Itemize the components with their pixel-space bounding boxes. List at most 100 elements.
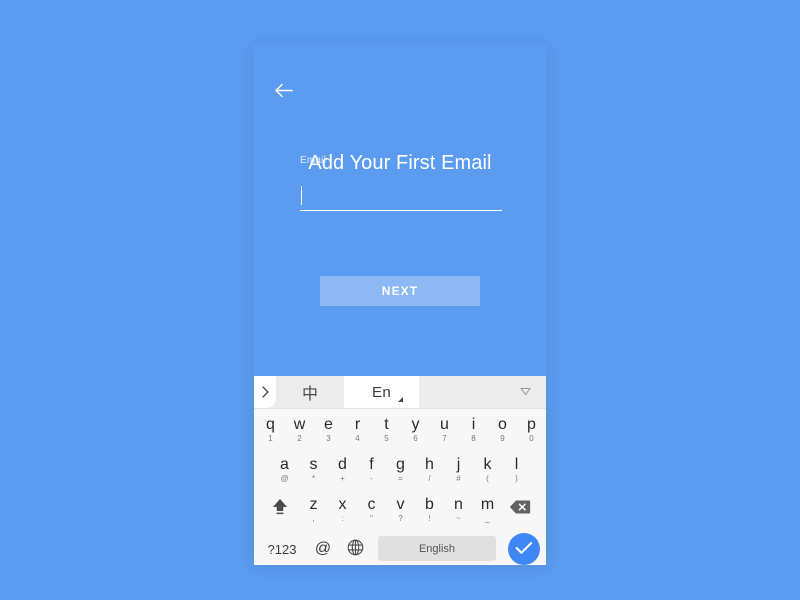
- key-sub-label: 8: [471, 433, 476, 443]
- key-sub-label: 3: [326, 433, 331, 443]
- key-main-label: a: [280, 455, 289, 473]
- key-main-label: t: [384, 415, 389, 433]
- key-e[interactable]: e3: [314, 409, 343, 449]
- key-main-label: f: [369, 455, 374, 473]
- phone-screen: Add Your First Email Email NEXT 中 En q 1…: [254, 44, 546, 565]
- key-n[interactable]: n ~: [444, 489, 473, 529]
- keyboard-row-3: z, x: c " v? b! n ~ m _: [254, 489, 546, 529]
- key-c[interactable]: c ": [357, 489, 386, 529]
- key-sub-label: *: [311, 473, 316, 483]
- key-main-label: i: [471, 415, 476, 433]
- key-sub-label: ): [515, 473, 518, 483]
- key-f[interactable]: f-: [357, 449, 386, 489]
- key-main-label: p: [527, 415, 536, 433]
- email-input-line[interactable]: [300, 184, 502, 211]
- key-r[interactable]: r4: [343, 409, 372, 449]
- keyboard-tab-english[interactable]: En: [344, 376, 419, 408]
- next-button[interactable]: NEXT: [320, 276, 480, 306]
- key-j[interactable]: j #: [444, 449, 473, 489]
- key-main-label: l: [514, 455, 519, 473]
- corner-indicator-icon: [398, 397, 403, 402]
- keyboard-expand-button[interactable]: [254, 376, 276, 408]
- soft-keyboard: 中 En q1w2e3r4t5y6u7i8o9p0 a @ s * d + f - g = h / j #…: [254, 376, 546, 565]
- key-main-label: b: [425, 495, 434, 513]
- key-p[interactable]: p0: [517, 409, 546, 449]
- check-icon: [515, 541, 533, 558]
- key-sub-label: :: [341, 513, 344, 523]
- key-d[interactable]: d +: [328, 449, 357, 489]
- key-g[interactable]: g =: [386, 449, 415, 489]
- keyboard-row-2: a @ s * d + f - g = h / j # k(l): [254, 449, 546, 489]
- key-main-label: y: [411, 415, 420, 433]
- key-i[interactable]: i8: [459, 409, 488, 449]
- key-sub-label: 6: [413, 433, 418, 443]
- key-q[interactable]: q1: [256, 409, 285, 449]
- key-v[interactable]: v?: [386, 489, 415, 529]
- key-main-label: z: [309, 495, 318, 513]
- key-sub-label: (: [486, 473, 489, 483]
- backspace-key[interactable]: [502, 489, 538, 529]
- key-o[interactable]: o9: [488, 409, 517, 449]
- key-sub-label: ,: [312, 513, 315, 523]
- key-main-label: w: [293, 415, 306, 433]
- key-u[interactable]: u7: [430, 409, 459, 449]
- key-sub-label: 5: [384, 433, 389, 443]
- key-main-label: q: [266, 415, 275, 433]
- key-main-label: r: [354, 415, 361, 433]
- key-sub-label: !: [428, 513, 431, 523]
- at-key[interactable]: @: [308, 529, 338, 565]
- key-main-label: d: [338, 455, 347, 473]
- key-h[interactable]: h /: [415, 449, 444, 489]
- key-main-label: v: [396, 495, 405, 513]
- key-sub-label: -: [370, 473, 373, 483]
- email-input[interactable]: [300, 184, 502, 208]
- shift-key[interactable]: [262, 489, 298, 529]
- email-field-group: Email: [300, 155, 502, 211]
- keyboard-toolbar: 中 En: [254, 376, 546, 409]
- key-m[interactable]: m _: [473, 489, 502, 529]
- back-button[interactable]: [266, 76, 300, 104]
- key-k[interactable]: k(: [473, 449, 502, 489]
- key-sub-label: =: [398, 473, 403, 483]
- key-main-label: x: [338, 495, 347, 513]
- language-switch-key[interactable]: [338, 529, 372, 565]
- key-main-label: s: [309, 455, 318, 473]
- shift-icon: [270, 497, 290, 521]
- key-s[interactable]: s *: [299, 449, 328, 489]
- key-z[interactable]: z,: [299, 489, 328, 529]
- key-main-label: k: [483, 455, 492, 473]
- keyboard-options-button[interactable]: [514, 376, 536, 408]
- key-sub-label: /: [428, 473, 431, 483]
- key-l[interactable]: l): [502, 449, 531, 489]
- key-t[interactable]: t5: [372, 409, 401, 449]
- keyboard-row-1: q1w2e3r4t5y6u7i8o9p0: [254, 409, 546, 449]
- space-key[interactable]: English: [378, 536, 496, 561]
- keyboard-tab-chinese[interactable]: 中: [276, 376, 344, 408]
- key-sub-label: 2: [297, 433, 302, 443]
- key-b[interactable]: b!: [415, 489, 444, 529]
- key-main-label: n: [454, 495, 463, 513]
- key-sub-label: _: [485, 513, 490, 523]
- symbols-key[interactable]: ?123: [258, 529, 306, 565]
- enter-key[interactable]: [508, 533, 540, 565]
- key-w[interactable]: w2: [285, 409, 314, 449]
- arrow-left-icon: [274, 83, 293, 98]
- key-sub-label: ~: [456, 513, 461, 523]
- key-main-label: u: [440, 415, 449, 433]
- key-sub-label: ?: [398, 513, 403, 523]
- keyboard-row-4: ?123 @ English .: [254, 529, 546, 565]
- key-main-label: g: [396, 455, 405, 473]
- key-y[interactable]: y6: [401, 409, 430, 449]
- chevron-right-icon: [261, 386, 270, 398]
- key-x[interactable]: x:: [328, 489, 357, 529]
- email-field-label: Email: [300, 155, 327, 166]
- key-main-label: c: [367, 495, 376, 513]
- key-a[interactable]: a @: [270, 449, 299, 489]
- triangle-down-icon: [519, 383, 531, 401]
- key-sub-label: 0: [529, 433, 534, 443]
- keyboard-tab-english-label: En: [372, 383, 391, 401]
- key-sub-label: 7: [442, 433, 447, 443]
- key-main-label: o: [498, 415, 507, 433]
- backspace-icon: [509, 499, 531, 520]
- key-sub-label: 4: [355, 433, 360, 443]
